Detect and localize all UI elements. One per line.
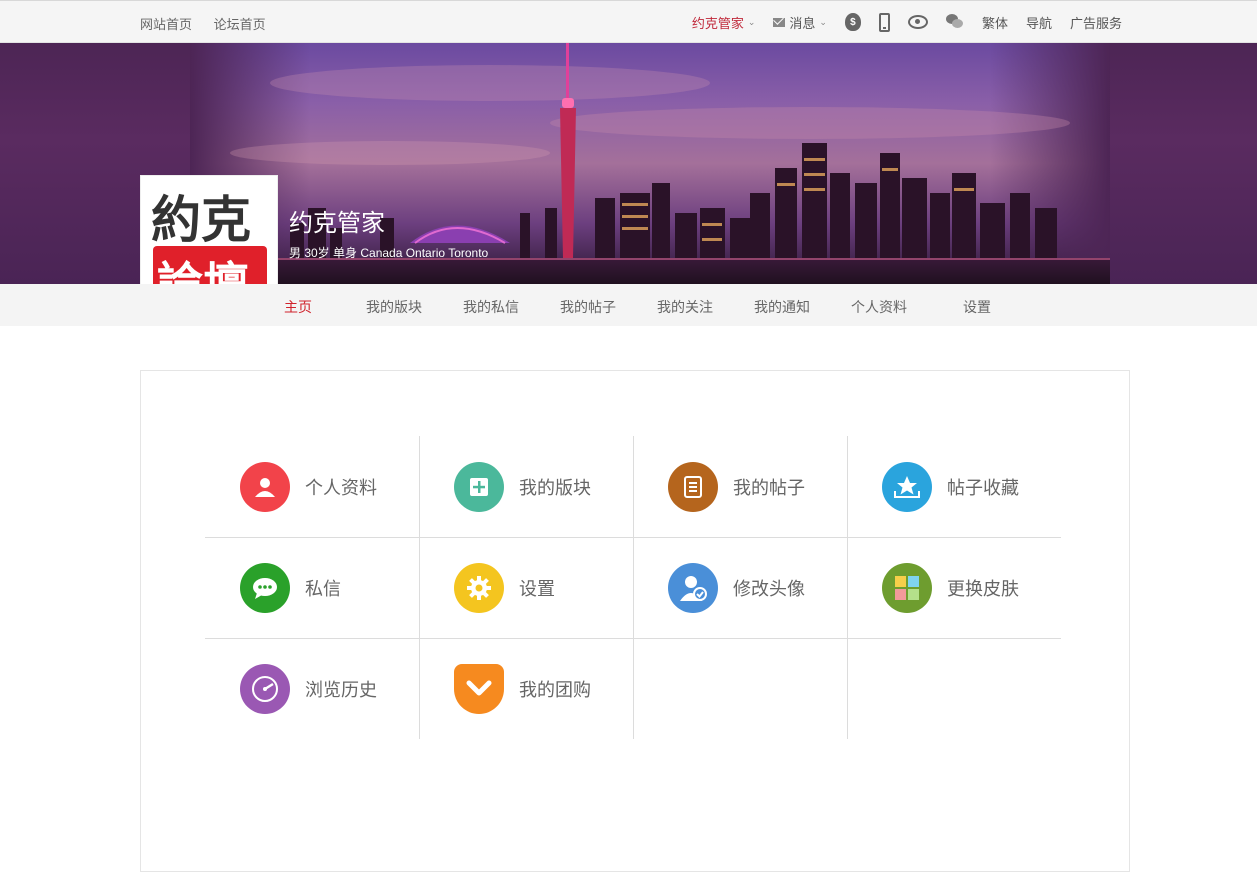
- feature-grid: 个人资料 我的版块 我的帖子 帖子收藏 私信 设置 修改头像 更换皮肤 浏览历史…: [205, 436, 1061, 739]
- plus-square-icon: [454, 461, 504, 512]
- grid-item-change-skin[interactable]: 更换皮肤: [847, 537, 1061, 638]
- tab-my-messages[interactable]: 我的私信: [463, 297, 519, 317]
- profile-name: 约克管家: [289, 210, 385, 237]
- grid-item-private-message[interactable]: 私信: [205, 537, 419, 638]
- grid-item-label: 我的团购: [519, 679, 591, 700]
- grid-item-profile[interactable]: 个人资料: [205, 436, 419, 537]
- dashboard-card: 个人资料 我的版块 我的帖子 帖子收藏 私信 设置 修改头像 更换皮肤 浏览历史…: [140, 370, 1130, 872]
- gear-icon: [454, 562, 504, 613]
- chat-bubble-icon: [240, 562, 290, 613]
- pocket-icon: [454, 663, 504, 714]
- grid-item-favorites[interactable]: 帖子收藏: [847, 436, 1061, 537]
- grid-item-history[interactable]: 浏览历史: [205, 638, 419, 739]
- money-bag-icon[interactable]: $: [844, 13, 861, 31]
- grid-item-label: 浏览历史: [305, 679, 377, 700]
- user-edit-icon: [668, 562, 718, 613]
- grid-item-settings[interactable]: 设置: [419, 537, 633, 638]
- document-icon: [668, 461, 718, 512]
- profile-info: 男 30岁 单身 Canada Ontario Toronto: [289, 246, 489, 260]
- site-home-link[interactable]: 网站首页: [140, 17, 192, 32]
- mobile-phone-icon[interactable]: [878, 12, 890, 32]
- ad-service-link[interactable]: 广告服务: [1070, 13, 1122, 32]
- navigation-link[interactable]: 导航: [1026, 13, 1052, 32]
- grid-item-label: 私信: [305, 578, 341, 599]
- grid-item-label: 我的版块: [519, 477, 591, 498]
- speedometer-icon: [240, 663, 290, 714]
- traditional-chinese-link[interactable]: 繁体: [982, 13, 1008, 32]
- person-icon: [240, 461, 290, 512]
- messages-label: 消息: [789, 15, 816, 31]
- grid-item-label: 修改头像: [733, 578, 805, 599]
- tab-my-boards[interactable]: 我的版块: [366, 297, 422, 317]
- grid-item-label: 设置: [519, 578, 555, 599]
- forum-home-link[interactable]: 论坛首页: [214, 17, 266, 32]
- grid-item-label: 帖子收藏: [947, 477, 1019, 498]
- grid-item-label: 个人资料: [305, 477, 377, 498]
- tab-my-posts[interactable]: 我的帖子: [560, 297, 616, 317]
- messages-menu[interactable]: 消息 ⌄: [773, 13, 827, 32]
- user-menu[interactable]: 约克管家 ⌄: [692, 13, 756, 32]
- tab-home[interactable]: 主页: [284, 297, 312, 317]
- weibo-icon[interactable]: [907, 15, 928, 29]
- grid-item-group-buy[interactable]: 我的团购: [419, 638, 633, 739]
- star-tray-icon: [882, 461, 932, 512]
- top-bar: 网站首页 论坛首页 约克管家 ⌄ 消息 ⌄ $ 繁体 导航 广告服务: [0, 0, 1257, 43]
- tab-settings[interactable]: 设置: [963, 297, 991, 317]
- tab-my-notifications[interactable]: 我的通知: [754, 297, 810, 317]
- tab-my-follows[interactable]: 我的关注: [657, 297, 713, 317]
- grid-item-label: 更换皮肤: [947, 578, 1019, 599]
- chevron-down-icon: ⌄: [819, 16, 827, 27]
- chevron-down-icon: ⌄: [747, 16, 756, 27]
- grid-item-change-avatar[interactable]: 修改头像: [633, 537, 847, 638]
- mail-icon: [773, 17, 786, 27]
- top-right-links: 约克管家 ⌄ 消息 ⌄ $ 繁体 导航 广告服务: [674, 1, 1122, 43]
- tab-profile[interactable]: 个人资料: [851, 297, 907, 317]
- avatar-text-top: 約克: [151, 190, 251, 249]
- wechat-icon[interactable]: [945, 14, 964, 30]
- palette-grid-icon: [882, 562, 932, 613]
- grid-item-my-posts[interactable]: 我的帖子: [633, 436, 847, 537]
- grid-item-my-boards[interactable]: 我的版块: [419, 436, 633, 537]
- user-menu-label: 约克管家: [691, 15, 744, 31]
- profile-nav: 主页 我的版块 我的私信 我的帖子 我的关注 我的通知 个人资料 设置: [0, 284, 1257, 326]
- grid-item-label: 我的帖子: [733, 477, 805, 498]
- top-left-links: 网站首页 论坛首页: [140, 14, 284, 33]
